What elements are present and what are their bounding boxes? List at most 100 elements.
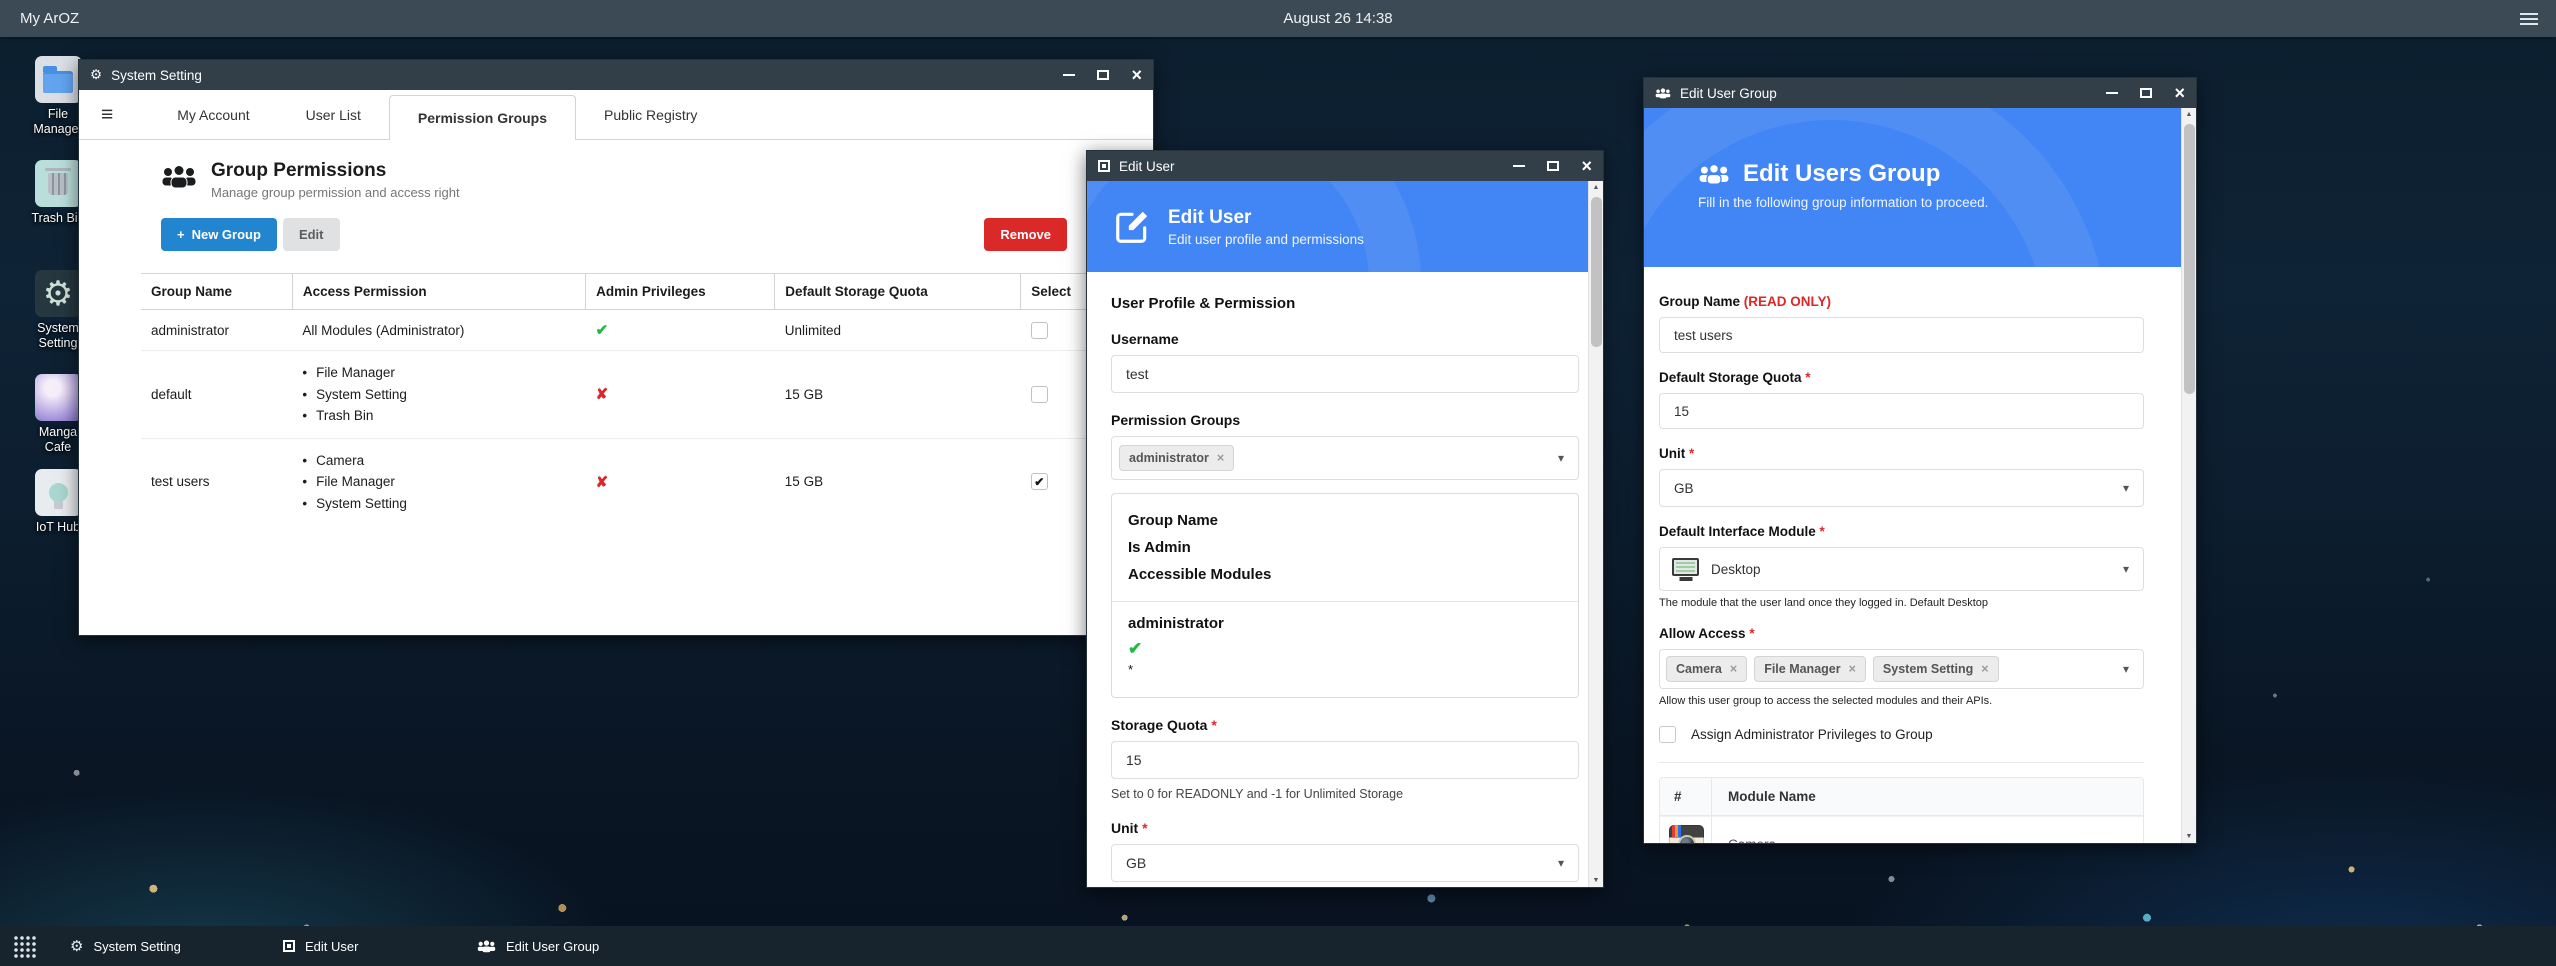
close-icon[interactable]: ×: [1581, 157, 1592, 175]
remove-chip-icon[interactable]: ×: [1730, 662, 1737, 676]
header-title: Edit User: [1168, 207, 1364, 229]
manga-cafe-icon: [35, 374, 82, 421]
tab-permission-groups[interactable]: Permission Groups: [389, 95, 576, 140]
scrollbar-thumb[interactable]: [1591, 197, 1602, 347]
users-group-icon: [161, 164, 197, 190]
taskbar-item-edit-user[interactable]: Edit User: [283, 926, 358, 966]
permission-groups-label: Permission Groups: [1111, 412, 1579, 428]
edit-user-window: Edit User × ▲ ▼ Edit User Edit user prof…: [1086, 150, 1604, 888]
table-row: test users •Camera •File Manager •System…: [141, 438, 1087, 525]
chevron-down-icon: ▾: [1558, 451, 1564, 465]
new-group-button[interactable]: + New Group: [161, 218, 277, 251]
edit-group-button[interactable]: Edit: [283, 218, 340, 251]
maximize-icon[interactable]: [2140, 88, 2152, 98]
vertical-scrollbar[interactable]: ▲ ▼: [2181, 108, 2196, 843]
system-setting-window: ⚙ System Setting × ≡ My Account User Lis…: [78, 59, 1154, 636]
is-admin-check-icon: ✔: [1128, 639, 1562, 659]
row-select-checkbox[interactable]: ✔: [1031, 473, 1048, 490]
gear-icon: ⚙: [90, 67, 102, 83]
taskbar-item-system-setting[interactable]: ⚙ System Setting: [70, 926, 181, 966]
scroll-down-icon[interactable]: ▼: [2182, 833, 2196, 840]
maximize-icon[interactable]: [1097, 70, 1109, 80]
group-permissions-table: Group Name Access Permission Admin Privi…: [141, 273, 1087, 525]
close-icon[interactable]: ×: [2174, 84, 2185, 102]
assign-admin-checkbox[interactable]: [1659, 726, 1676, 743]
header-subtitle: Fill in the following group information …: [1698, 195, 2181, 210]
hamburger-icon[interactable]: ≡: [101, 103, 113, 127]
permission-groups-multiselect[interactable]: administrator× ▾: [1111, 436, 1579, 480]
chevron-down-icon: ▾: [2123, 662, 2129, 676]
quota-cell: 15 GB: [775, 351, 1021, 439]
plus-icon: +: [177, 227, 185, 242]
group-name-cell: default: [141, 351, 292, 439]
scroll-up-icon[interactable]: ▲: [1589, 184, 1603, 191]
unit-select[interactable]: GB ▾: [1659, 469, 2144, 507]
tab-public-registry[interactable]: Public Registry: [576, 90, 725, 139]
minimize-icon[interactable]: [1063, 74, 1075, 76]
table-header-row: Group Name Access Permission Admin Privi…: [141, 274, 1087, 310]
permission-groups-panel: Group Permissions Manage group permissio…: [79, 140, 1153, 525]
quota-cell: Unlimited: [775, 310, 1021, 351]
allow-access-label: Allow Access *: [1659, 626, 2144, 641]
remove-chip-icon[interactable]: ×: [1849, 662, 1856, 676]
module-chip[interactable]: Camera×: [1666, 656, 1747, 682]
taskbar-item-edit-user-group[interactable]: Edit User Group: [477, 926, 599, 966]
unit-select[interactable]: GB ▾: [1111, 844, 1579, 882]
tab-my-account[interactable]: My Account: [149, 90, 277, 139]
default-storage-quota-label: Default Storage Quota *: [1659, 370, 2144, 385]
module-row: Camera: [1660, 816, 2143, 844]
unit-label: Unit *: [1111, 820, 1579, 836]
app-launcher-grid-icon[interactable]: [13, 935, 36, 958]
row-select-checkbox[interactable]: [1031, 322, 1048, 339]
table-row: default •File Manager •System Setting •T…: [141, 351, 1087, 439]
chevron-down-icon: ▾: [2123, 562, 2129, 576]
username-label: Username: [1111, 331, 1579, 347]
edit-pencil-icon: [1113, 208, 1151, 246]
access-permission-cell: •Camera •File Manager •System Setting: [292, 438, 585, 525]
group-info-box: Group Name Is Admin Accessible Modules a…: [1111, 493, 1579, 698]
edit-user-app-icon: [1098, 160, 1110, 172]
top-menu-icon[interactable]: [2520, 13, 2538, 25]
minimize-icon[interactable]: [2106, 92, 2118, 94]
scroll-down-icon[interactable]: ▼: [1589, 877, 1603, 884]
folder-icon: [35, 56, 82, 103]
window-title: System Setting: [111, 68, 202, 83]
edit-user-titlebar[interactable]: Edit User ×: [1087, 151, 1603, 181]
allow-access-multiselect[interactable]: Camera× File Manager× System Setting× ▾: [1659, 649, 2144, 689]
admin-cross-icon: ✘: [596, 386, 609, 403]
unit-label: Unit *: [1659, 446, 2144, 461]
remove-chip-icon[interactable]: ×: [1217, 451, 1224, 465]
username-field[interactable]: test: [1111, 355, 1579, 393]
trash-icon: [35, 160, 82, 207]
module-chip[interactable]: File Manager×: [1754, 656, 1866, 682]
remove-group-button[interactable]: Remove: [984, 218, 1067, 251]
edit-user-group-titlebar[interactable]: Edit User Group ×: [1644, 78, 2196, 108]
maximize-icon[interactable]: [1547, 161, 1559, 171]
edit-user-app-icon: [283, 940, 295, 952]
system-setting-titlebar[interactable]: ⚙ System Setting ×: [79, 60, 1153, 90]
default-interface-module-select[interactable]: Desktop ▾: [1659, 547, 2144, 591]
storage-quota-help-text: Set to 0 for READONLY and -1 for Unlimit…: [1111, 787, 1579, 801]
minimize-icon[interactable]: [1513, 165, 1525, 167]
module-table-header: # Module Name: [1660, 778, 2143, 816]
access-permission-cell: •File Manager •System Setting •Trash Bin: [292, 351, 585, 439]
edit-user-group-window: Edit User Group × ▲ ▼ Edit Users Group F…: [1643, 77, 2197, 844]
group-chip[interactable]: administrator×: [1119, 445, 1234, 471]
scroll-up-icon[interactable]: ▲: [2182, 111, 2196, 118]
group-name-field[interactable]: test users: [1659, 317, 2144, 353]
divider: [1659, 762, 2144, 763]
tab-user-list[interactable]: User List: [278, 90, 389, 139]
module-chip[interactable]: System Setting×: [1873, 656, 1999, 682]
bulb-icon: [35, 469, 82, 516]
default-storage-quota-field[interactable]: 15: [1659, 393, 2144, 429]
scrollbar-thumb[interactable]: [2184, 124, 2195, 394]
users-icon: [1698, 164, 1730, 185]
group-name-cell: test users: [141, 438, 292, 525]
vertical-scrollbar[interactable]: ▲ ▼: [1588, 181, 1603, 887]
table-row: administrator All Modules (Administrator…: [141, 310, 1087, 351]
storage-quota-field[interactable]: 15: [1111, 741, 1579, 779]
close-icon[interactable]: ×: [1131, 66, 1142, 84]
group-value: administrator: [1128, 615, 1562, 632]
remove-chip-icon[interactable]: ×: [1981, 662, 1988, 676]
row-select-checkbox[interactable]: [1031, 386, 1048, 403]
